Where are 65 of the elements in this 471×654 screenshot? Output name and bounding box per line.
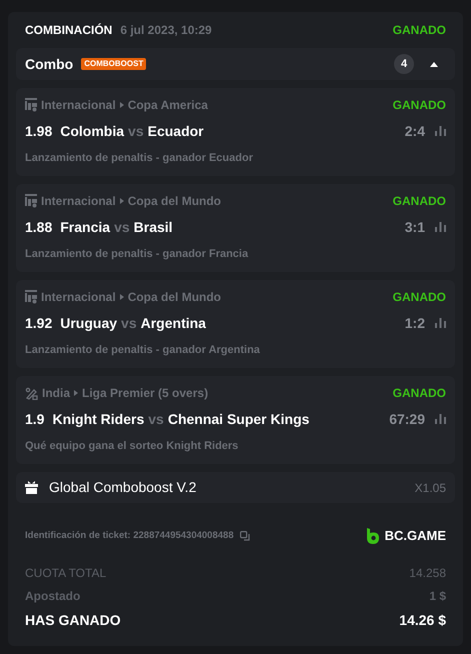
home-team: Francia bbox=[60, 218, 110, 236]
chevron-icon bbox=[120, 102, 124, 108]
combo-title: Combo bbox=[25, 54, 74, 74]
bet-status: GANADO bbox=[392, 97, 446, 114]
match-score: 3:1 bbox=[404, 218, 425, 236]
market-label: Lanzamiento de penaltis - ganador Francia bbox=[25, 247, 250, 262]
total-value: 14.258 bbox=[409, 564, 446, 582]
bet-type-title: COMBINACIÓN bbox=[25, 22, 112, 39]
versus-label: vs bbox=[114, 218, 130, 236]
versus-label: vs bbox=[148, 410, 164, 428]
region-label: India bbox=[42, 385, 70, 402]
odds-value: 1.9 bbox=[25, 410, 44, 428]
away-team: Chennai Super Kings bbox=[168, 410, 310, 429]
odds-value: 1.98 bbox=[25, 122, 52, 140]
match-score: 67:29 bbox=[389, 410, 425, 428]
odds-value: 1.92 bbox=[25, 314, 52, 332]
brand-logo-icon bbox=[366, 528, 379, 544]
stats-icon[interactable] bbox=[435, 222, 446, 232]
versus-label: vs bbox=[121, 314, 137, 332]
combo-header[interactable]: Combo COMBOBOOST 4 bbox=[16, 48, 455, 80]
total-value: 14.26 $ bbox=[399, 610, 446, 630]
market-label: Lanzamiento de penaltis - ganador Argentina bbox=[25, 343, 261, 358]
chevron-icon bbox=[74, 390, 78, 396]
comboboost-badge: COMBOBOOST bbox=[81, 58, 146, 70]
chevron-icon bbox=[120, 294, 124, 300]
gift-icon bbox=[25, 481, 38, 494]
stats-icon[interactable] bbox=[435, 318, 446, 328]
boost-label: Global Comboboost V.2 bbox=[49, 478, 196, 497]
region-label: Internacional bbox=[41, 289, 116, 306]
total-label: CUOTA TOTAL bbox=[25, 564, 106, 582]
region-label: Internacional bbox=[41, 97, 116, 114]
league-label: Liga Premier (5 overs) bbox=[82, 385, 208, 402]
bet-date: 6 jul 2023, 10:29 bbox=[120, 22, 212, 39]
total-label: Apostado bbox=[25, 588, 80, 604]
versus-label: vs bbox=[128, 122, 144, 140]
match-score: 1:2 bbox=[404, 314, 425, 332]
chevron-icon bbox=[120, 198, 124, 204]
stats-icon[interactable] bbox=[435, 126, 446, 136]
total-label: HAS GANADO bbox=[25, 610, 121, 630]
collapse-caret-icon[interactable] bbox=[430, 62, 438, 66]
market-label: Qué equipo gana el sorteo Knight Riders bbox=[25, 439, 240, 454]
match-score: 2:4 bbox=[404, 122, 425, 140]
copy-icon[interactable] bbox=[240, 531, 251, 541]
brand-name: BC.GAME bbox=[384, 527, 446, 546]
bet-status: GANADO bbox=[392, 22, 446, 39]
away-team: Brasil bbox=[134, 218, 173, 236]
bet-status: GANADO bbox=[392, 193, 446, 210]
boost-multiplier: X1.05 bbox=[414, 480, 446, 496]
away-team: Argentina bbox=[140, 314, 206, 333]
count-badge: 4 bbox=[394, 54, 414, 74]
region-label: Internacional bbox=[41, 193, 116, 210]
league-label: Copa del Mundo bbox=[128, 193, 222, 210]
home-team: Knight Riders bbox=[52, 410, 144, 429]
odds-value: 1.88 bbox=[25, 218, 52, 236]
away-team: Ecuador bbox=[148, 122, 204, 140]
league-label: Copa del Mundo bbox=[128, 289, 222, 306]
market-label: Lanzamiento de penaltis - ganador Ecuador bbox=[25, 151, 254, 166]
bet-status: GANADO bbox=[392, 385, 446, 402]
home-team: Colombia bbox=[60, 122, 124, 140]
total-value: 1 $ bbox=[429, 588, 446, 604]
stats-icon[interactable] bbox=[435, 414, 446, 424]
ticket-id: Identificación de ticket: 2288744954304008488 bbox=[25, 528, 234, 543]
league-label: Copa America bbox=[128, 97, 208, 114]
home-team: Uruguay bbox=[60, 314, 118, 333]
bet-status: GANADO bbox=[392, 289, 446, 306]
